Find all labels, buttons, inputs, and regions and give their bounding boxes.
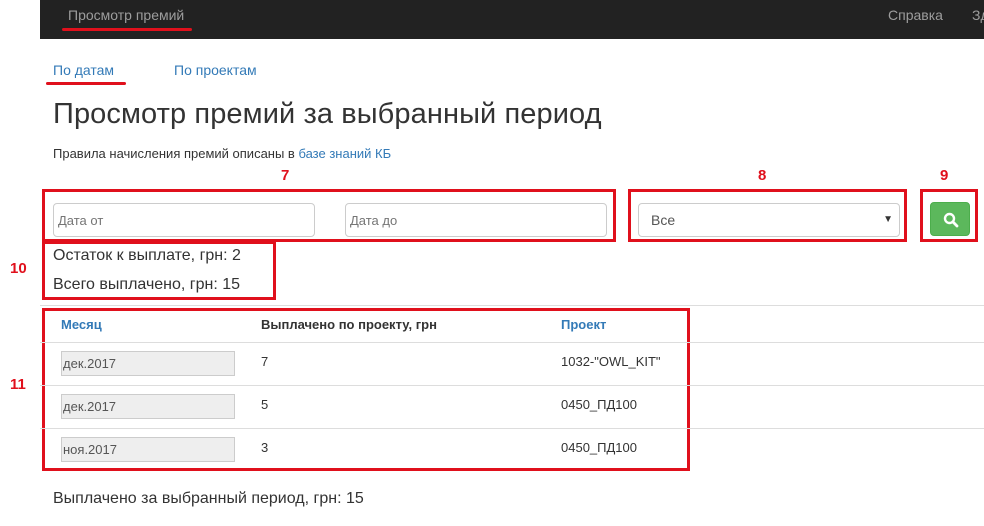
month-cell: дек.2017 [61, 394, 235, 419]
search-icon [943, 212, 959, 228]
annotation-number-9: 9 [940, 167, 949, 184]
tab-by-projects[interactable]: По проектам [174, 62, 257, 78]
tab-by-dates[interactable]: По датам [53, 62, 114, 78]
date-to-input[interactable] [345, 203, 607, 237]
project-cell: 0450_ПД100 [561, 440, 637, 455]
brand-underline-annotation [62, 28, 192, 31]
top-navbar: Просмотр премий Справка Зд [40, 0, 984, 39]
month-cell: ноя.2017 [61, 437, 235, 462]
tab-underline-annotation [46, 82, 126, 85]
paid-cell: 5 [261, 397, 269, 412]
page: Просмотр премий Справка Зд По датам По п… [0, 0, 984, 526]
column-header-month[interactable]: Месяц [61, 317, 102, 332]
project-cell: 0450_ПД100 [561, 397, 637, 412]
annotation-number-8: 8 [758, 167, 767, 184]
knowledge-base-link[interactable]: базе знаний КБ [298, 146, 391, 161]
table-top-divider [40, 305, 984, 306]
paid-cell: 3 [261, 440, 269, 455]
row-divider [40, 428, 984, 429]
nav-brand-link[interactable]: Просмотр премий [68, 7, 184, 23]
rules-prefix: Правила начисления премий описаны в [53, 146, 299, 161]
month-cell: дек.2017 [61, 351, 235, 376]
period-total: Выплачено за выбранный период, грн: 15 [53, 490, 364, 507]
nav-cut-link[interactable]: Зд [972, 7, 984, 23]
annotation-number-7: 7 [281, 167, 290, 184]
date-from-input[interactable] [53, 203, 315, 237]
project-select[interactable]: Все ▼ [638, 203, 900, 237]
project-cell: 1032-"OWL_KIT" [561, 354, 661, 369]
nav-help-link[interactable]: Справка [888, 7, 943, 23]
row-divider [40, 385, 984, 386]
column-header-paid: Выплачено по проекту, грн [261, 317, 437, 332]
rules-text: Правила начисления премий описаны в базе… [53, 146, 391, 161]
header-divider [40, 342, 984, 343]
chevron-down-icon: ▼ [883, 214, 893, 225]
annotation-number-11: 11 [10, 376, 26, 393]
project-select-value: Все [651, 212, 676, 228]
search-button[interactable] [930, 202, 970, 236]
column-header-project[interactable]: Проект [561, 317, 606, 332]
page-title: Просмотр премий за выбранный период [53, 98, 602, 130]
paid-total-amount: Всего выплачено, грн: 15 [53, 276, 241, 293]
annotation-number-10: 10 [10, 260, 27, 277]
paid-cell: 7 [261, 354, 269, 369]
remaining-amount: Остаток к выплате, грн: 2 [53, 247, 241, 264]
